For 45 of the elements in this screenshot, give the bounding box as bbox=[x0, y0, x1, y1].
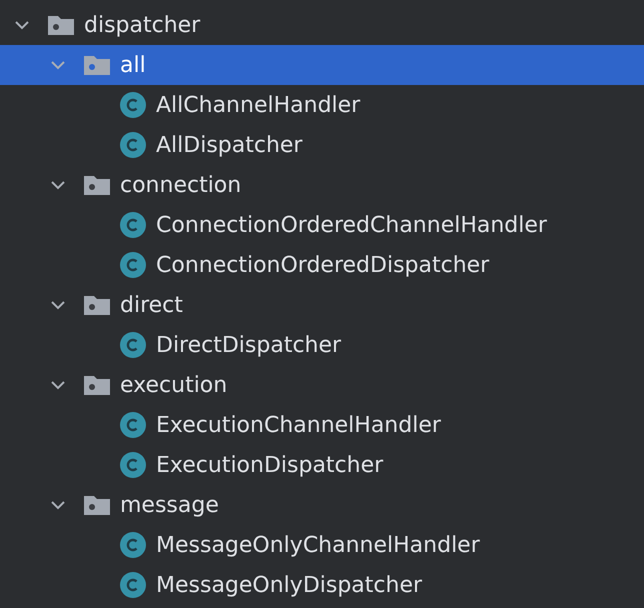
class-c-icon bbox=[120, 132, 146, 158]
tree-row[interactable]: all bbox=[0, 45, 644, 85]
tree-row[interactable]: AllDispatcher bbox=[0, 125, 644, 165]
class-name: ConnectionOrderedDispatcher bbox=[156, 252, 490, 278]
package-folder-icon bbox=[84, 495, 110, 515]
class-c-icon bbox=[120, 412, 146, 438]
class-c-icon bbox=[120, 572, 146, 598]
tree-row[interactable]: direct bbox=[0, 285, 644, 325]
class-name: AllDispatcher bbox=[156, 132, 302, 158]
package-name: execution bbox=[120, 372, 228, 398]
tree-row[interactable]: ExecutionChannelHandler bbox=[0, 405, 644, 445]
package-folder-icon bbox=[84, 295, 110, 315]
class-c-icon bbox=[120, 532, 146, 558]
tree-row[interactable]: MessageOnlyDispatcher bbox=[0, 565, 644, 605]
package-folder-icon bbox=[84, 375, 110, 395]
package-name: connection bbox=[120, 172, 242, 198]
package-folder-icon bbox=[48, 15, 74, 35]
tree-row[interactable]: ConnectionOrderedChannelHandler bbox=[0, 205, 644, 245]
class-name: AllChannelHandler bbox=[156, 92, 360, 118]
tree-row[interactable]: AllChannelHandler bbox=[0, 85, 644, 125]
tree-row[interactable]: message bbox=[0, 485, 644, 525]
tree-row[interactable]: connection bbox=[0, 165, 644, 205]
class-name: MessageOnlyChannelHandler bbox=[156, 532, 480, 558]
tree-row[interactable]: ExecutionDispatcher bbox=[0, 445, 644, 485]
tree-row[interactable]: dispatcher bbox=[0, 5, 644, 45]
class-name: MessageOnlyDispatcher bbox=[156, 572, 422, 598]
tree-row[interactable]: DirectDispatcher bbox=[0, 325, 644, 365]
package-name: message bbox=[120, 492, 219, 518]
package-name: direct bbox=[120, 292, 183, 318]
class-c-icon bbox=[120, 212, 146, 238]
tree-row[interactable]: MessageOnlyChannelHandler bbox=[0, 525, 644, 565]
class-name: DirectDispatcher bbox=[156, 332, 342, 358]
tree-row[interactable]: ConnectionOrderedDispatcher bbox=[0, 245, 644, 285]
package-folder-icon bbox=[84, 175, 110, 195]
package-folder-icon bbox=[84, 55, 110, 75]
class-c-icon bbox=[120, 332, 146, 358]
class-name: ExecutionDispatcher bbox=[156, 452, 384, 478]
class-c-icon bbox=[120, 92, 146, 118]
class-c-icon bbox=[120, 252, 146, 278]
tree-row[interactable]: execution bbox=[0, 365, 644, 405]
package-name: all bbox=[120, 52, 146, 78]
class-name: ConnectionOrderedChannelHandler bbox=[156, 212, 547, 238]
class-name: ExecutionChannelHandler bbox=[156, 412, 441, 438]
package-name: dispatcher bbox=[84, 12, 200, 38]
class-c-icon bbox=[120, 452, 146, 478]
